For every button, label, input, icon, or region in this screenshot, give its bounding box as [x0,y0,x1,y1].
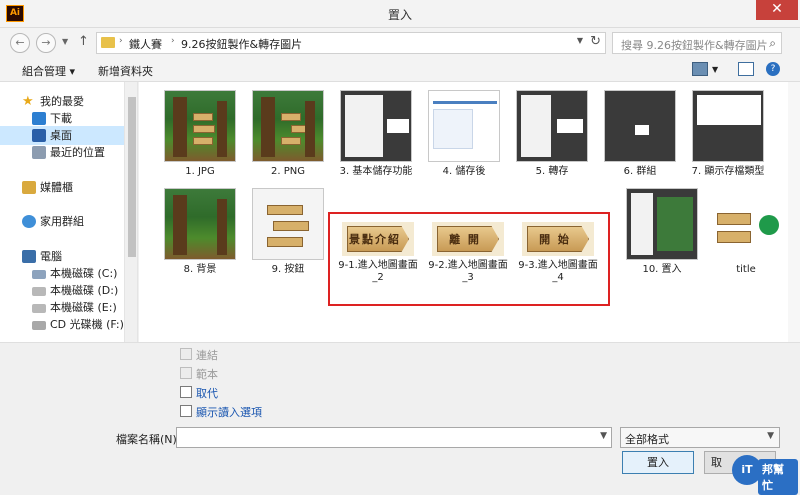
file-thumbnail [604,90,676,162]
address-dropdown-icon[interactable]: ▼ [577,36,583,45]
new-folder-button[interactable]: 新增資料夾 [98,63,153,79]
watermark-text: 邦幫忙 [758,459,798,495]
file-thumbnail [164,188,236,260]
star-icon: ★ [22,94,34,109]
sidebar-item-homegroup[interactable]: 家用群組 [0,212,124,231]
sidebar-scrollbar[interactable] [124,82,137,342]
breadcrumb-item[interactable]: 9.26按鈕製作&轉存圖片 [181,36,302,52]
filename-input[interactable]: ▼ [176,427,612,448]
file-name: title [736,264,756,275]
back-arrow-icon: ← [15,36,25,49]
preview-pane-icon[interactable] [738,62,754,76]
sidebar-scroll-thumb[interactable] [128,97,136,257]
file-item[interactable]: 8. 背景 [155,188,245,276]
dialog-footer: 連結 範本 取代 顯示讀入選項 檔案名稱(N): ▼ 全部格式 ▼ 置入 取 [0,342,800,488]
file-list: 1. JPG 2. PNG 3. 基本儲存功能 4. 儲存後 5. 轉存 6. … [139,82,800,342]
file-thumbnail [340,90,412,162]
file-item[interactable]: 5. 轉存 [507,90,597,178]
file-name: 9. 按鈕 [271,264,305,275]
homegroup-icon [22,215,36,228]
navigation-bar: ← → ▼ ↑ › 鐵人賽 › 9.26按鈕製作&轉存圖片 ▼ ↻ 搜尋 9.2… [0,28,800,58]
file-name: 3. 基本儲存功能 [339,166,413,177]
sidebar-item-recent[interactable]: 最近的位置 [0,143,124,162]
sidebar-item-cd-drive[interactable]: CD 光碟機 (F:) G [0,315,124,334]
refresh-icon[interactable]: ↻ [590,34,601,49]
computer-icon [22,250,36,263]
file-item[interactable]: 2. PNG [243,90,333,178]
library-icon [22,181,36,194]
download-icon [32,112,46,125]
help-icon[interactable]: ? [766,62,780,76]
file-item[interactable]: 10. 置入 [617,188,707,276]
organize-menu[interactable]: 組合管理 ▾ [22,63,75,79]
breadcrumb-separator-icon: › [171,36,175,46]
recent-icon [32,146,46,159]
address-bar[interactable]: › 鐵人賽 › 9.26按鈕製作&轉存圖片 ▼ ↻ [96,32,606,54]
file-name: 4. 儲存後 [442,166,486,177]
chevron-down-icon: ▼ [767,431,774,441]
cd-icon [32,321,46,330]
content-scrollbar[interactable] [788,82,800,342]
file-thumbnail [252,90,324,162]
up-folder-icon[interactable]: ↑ [78,34,89,49]
file-item[interactable]: 1. JPG [155,90,245,178]
view-options-icon[interactable] [692,62,708,76]
file-item[interactable]: title [701,188,791,276]
chevron-down-icon[interactable]: ▼ [600,431,607,441]
file-item[interactable]: 6. 群組 [595,90,685,178]
breadcrumb-item[interactable]: 鐵人賽 [129,36,162,52]
sidebar-item-libraries[interactable]: 媒體櫃 [0,178,124,197]
file-name: 5. 轉存 [535,166,569,177]
file-type-value: 全部格式 [625,433,669,446]
file-item[interactable]: 9. 按鈕 [243,188,333,276]
file-name: 2. PNG [271,166,305,177]
sidebar-item-label: 媒體櫃 [40,181,73,194]
file-thumbnail [428,90,500,162]
close-button[interactable]: ✕ [756,0,798,20]
window-title: 置入 [387,8,412,22]
file-thumbnail [710,188,782,260]
drive-icon [32,304,46,313]
sidebar-item-label: 最近的位置 [50,146,105,159]
file-name: 8. 背景 [183,264,217,275]
view-dropdown-icon[interactable]: ▼ [712,65,718,74]
breadcrumb-separator-icon: › [119,36,123,46]
back-button[interactable]: ← [10,33,30,53]
file-thumbnail [516,90,588,162]
search-icon: ⌕ [769,36,776,50]
filename-label: 檔案名稱(N): [116,433,181,446]
forward-button[interactable]: → [36,33,56,53]
file-name: 10. 置入 [642,264,682,275]
navigation-pane: ★ 我的最愛 下載 桌面 最近的位置 媒體櫃 家用群組 電腦 本機磁碟 (C:)… [0,82,138,342]
file-item[interactable]: 4. 儲存後 [419,90,509,178]
sidebar-item-label: CD 光碟機 (F:) G [50,318,124,331]
desktop-icon [32,129,46,142]
file-name: 1. JPG [185,166,215,177]
file-thumbnail [626,188,698,260]
file-name: 7. 顯示存檔類型 [691,166,765,177]
title-bar: Ai 置入 ✕ [0,0,800,28]
history-dropdown-icon[interactable]: ▼ [62,37,68,46]
search-placeholder: 搜尋 9.26按鈕製作&轉存圖片 [621,39,768,52]
sidebar-item-label: 家用群組 [40,215,84,228]
highlight-box [328,212,610,306]
file-item[interactable]: 7. 顯示存檔類型 [683,90,773,178]
drive-icon [32,287,46,296]
ithome-watermark: iT 邦幫忙 [732,455,798,495]
file-type-select[interactable]: 全部格式 ▼ [620,427,780,448]
file-item[interactable]: 3. 基本儲存功能 [331,90,421,178]
drive-icon [32,270,46,279]
search-box[interactable]: 搜尋 9.26按鈕製作&轉存圖片 ⌕ [612,32,782,54]
file-thumbnail [164,90,236,162]
folder-icon [101,37,115,48]
file-thumbnail [692,90,764,162]
place-button[interactable]: 置入 [622,451,694,474]
file-name: 6. 群組 [623,166,657,177]
file-thumbnail [252,188,324,260]
command-toolbar: 組合管理 ▾ 新增資料夾 ▼ ? [0,58,800,82]
forward-arrow-icon: → [41,36,51,49]
